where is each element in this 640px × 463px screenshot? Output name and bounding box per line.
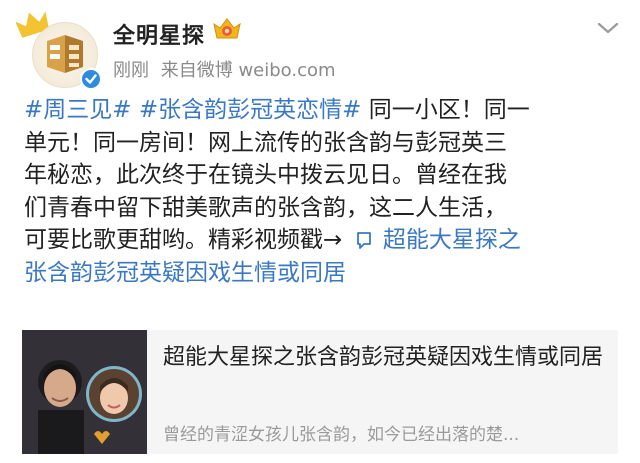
post-text-segment: 同一小区！同一: [368, 97, 530, 123]
hashtag-link[interactable]: #周三见#: [24, 97, 132, 123]
link-card[interactable]: 超能大星探之张含韵彭冠英疑因戏生情或同居 曾经的青涩女孩儿张含韵，如今已经出落的…: [22, 330, 618, 454]
post-line-4: 们青春中留下甜美歌声的张含韵，这二人生活，: [24, 194, 507, 221]
post-meta: 刚刚 来自微博 weibo.com: [113, 56, 342, 82]
verified-badge-icon: [80, 68, 102, 90]
post-line-3: 年秘恋，此次终于在镜头中拨云见日。曾经在我: [24, 162, 507, 188]
vip-crown-icon: [213, 18, 241, 39]
post-line-6: 张含韵彭冠英疑因戏生情或同居: [24, 257, 620, 290]
avatar-group[interactable]: [16, 10, 104, 90]
hashtag-link[interactable]: #张含韵彭冠英恋情#: [139, 97, 362, 123]
user-name[interactable]: 全明星探: [113, 18, 205, 50]
chevron-down-icon[interactable]: [596, 20, 620, 36]
post-time: 刚刚: [113, 60, 149, 81]
card-thumbnail[interactable]: [22, 330, 147, 454]
video-link-continued[interactable]: 张含韵彭冠英疑因戏生情或同居: [24, 260, 346, 286]
post-text-segment: 可要比歌更甜哟。精彩视频戳→: [24, 227, 343, 253]
post-text: #周三见# #张含韵彭冠英恋情# 同一小区！同一 单元！同一房间！网上流传的张含…: [24, 94, 620, 289]
post-line-1: #周三见# #张含韵彭冠英恋情# 同一小区！同一: [24, 94, 620, 127]
card-description: 曾经的青涩女孩儿张含韵，如今已经出落的楚...: [163, 425, 520, 445]
post-line-2: 单元！同一房间！网上流传的张含韵与彭冠英三: [24, 129, 507, 156]
post-line-5: 可要比歌更甜哟。精彩视频戳→ 超能大星探之: [24, 224, 620, 257]
video-link[interactable]: 超能大星探之: [383, 227, 521, 253]
post-source[interactable]: 来自微博 weibo.com: [161, 60, 336, 81]
card-title[interactable]: 超能大星探之张含韵彭冠英疑因戏生情或同居: [163, 342, 603, 374]
video-link-icon[interactable]: [354, 230, 374, 250]
